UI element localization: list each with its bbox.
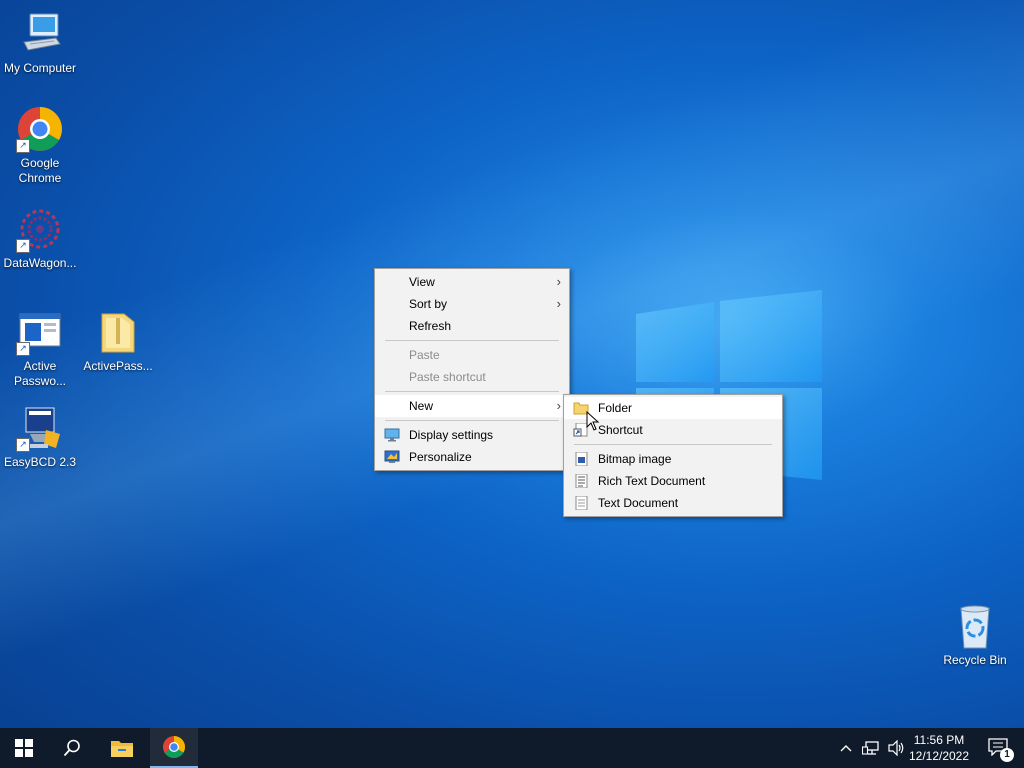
menu-item-label: Personalize (409, 450, 472, 464)
chevron-right-icon: › (556, 274, 561, 289)
display-icon (384, 428, 400, 442)
menu-item-paste: Paste (375, 344, 569, 366)
file-explorer-button[interactable] (98, 728, 146, 768)
taskbar: 11:56 PM 12/12/2022 1 (0, 728, 1024, 768)
shortcut-arrow-icon: ↗ (16, 239, 30, 253)
chrome-taskbar-button[interactable] (150, 728, 198, 768)
shortcut-arrow-icon: ↗ (16, 438, 30, 452)
mouse-cursor-icon (586, 411, 600, 431)
chevron-right-icon: › (556, 398, 561, 413)
menu-item-display-settings[interactable]: Display settings (375, 424, 569, 446)
menu-item-label: Paste (409, 348, 440, 362)
clock-date: 12/12/2022 (908, 749, 970, 763)
rtf-icon (575, 474, 588, 488)
action-center-button[interactable]: 1 (978, 728, 1018, 768)
submenu-item-label: Folder (598, 401, 633, 415)
file-explorer-icon (111, 741, 133, 757)
menu-item-view[interactable]: View › (375, 271, 569, 293)
folder-zip-icon (94, 308, 142, 356)
windows-start-icon (15, 739, 33, 757)
menu-item-personalize[interactable]: Personalize (375, 446, 569, 468)
chrome-icon (163, 736, 185, 758)
menu-item-label: Refresh (409, 319, 452, 333)
desktop-icon-my-computer[interactable]: My Computer (0, 10, 80, 76)
icon-label: ActivePass... (83, 359, 153, 373)
icon-label: Google Chrome (18, 156, 62, 185)
menu-item-label: Sort by (409, 297, 448, 311)
personalize-icon (384, 450, 400, 463)
menu-item-label: Display settings (409, 428, 494, 442)
submenu-item-bitmap-image[interactable]: Bitmap image (564, 448, 782, 470)
app-window-icon: ↗ (16, 308, 64, 356)
network-button[interactable] (858, 728, 884, 768)
icon-label: Recycle Bin (943, 653, 1007, 667)
menu-separator (385, 391, 559, 392)
desktop-icon-activepass-folder[interactable]: ActivePass... (78, 308, 158, 374)
menu-separator (385, 340, 559, 341)
menu-item-label: Paste shortcut (409, 370, 486, 384)
chrome-icon: ↗ (16, 105, 64, 153)
start-button[interactable] (0, 728, 48, 768)
desktop-icon-active-password[interactable]: ↗ Active Passwo... (0, 308, 80, 389)
submenu-item-label: Shortcut (598, 423, 643, 437)
chevron-right-icon: › (556, 296, 561, 311)
shortcut-arrow-icon: ↗ (16, 139, 30, 153)
icon-label: DataWagon... (3, 256, 77, 270)
show-hidden-icons-button[interactable] (834, 728, 858, 768)
menu-separator (385, 420, 559, 421)
clock[interactable]: 11:56 PM 12/12/2022 (899, 732, 979, 764)
menu-item-label: View (409, 275, 435, 289)
desktop-context-menu: View › Sort by › Refresh Paste Paste sho… (374, 268, 570, 471)
easybcd-icon: ↗ (16, 404, 64, 452)
submenu-item-label: Rich Text Document (598, 474, 706, 488)
search-icon (63, 739, 80, 757)
menu-item-sort-by[interactable]: Sort by › (375, 293, 569, 315)
icon-label: My Computer (3, 61, 77, 75)
desktop-icon-easybcd[interactable]: ↗ EasyBCD 2.3 (0, 404, 80, 470)
icon-label: Active Passwo... (13, 359, 67, 388)
desktop-icon-recycle-bin[interactable]: Recycle Bin (935, 602, 1015, 668)
icon-label: EasyBCD 2.3 (3, 455, 77, 469)
desktop[interactable]: My Computer ↗ Google Chrome ↗ DataWagon.… (0, 0, 1024, 768)
notification-count-badge: 1 (1000, 748, 1014, 762)
recycle-bin-icon (951, 602, 999, 650)
submenu-item-label: Bitmap image (598, 452, 672, 466)
bitmap-icon (575, 452, 588, 466)
clock-time: 11:56 PM (913, 733, 965, 747)
menu-item-new[interactable]: New › (375, 395, 569, 417)
submenu-item-rich-text-document[interactable]: Rich Text Document (564, 470, 782, 492)
network-icon (862, 741, 879, 755)
text-icon (575, 496, 588, 510)
computer-icon (16, 10, 64, 58)
menu-separator (574, 444, 772, 445)
chevron-up-icon (840, 745, 852, 752)
menu-item-paste-shortcut: Paste shortcut (375, 366, 569, 388)
search-button[interactable] (48, 728, 96, 768)
menu-item-label: New (409, 399, 434, 413)
submenu-item-label: Text Document (598, 496, 679, 510)
datawagon-icon: ↗ (16, 205, 64, 253)
menu-item-refresh[interactable]: Refresh (375, 315, 569, 337)
desktop-icon-datawagon[interactable]: ↗ DataWagon... (0, 205, 80, 271)
desktop-icon-google-chrome[interactable]: ↗ Google Chrome (0, 105, 80, 186)
submenu-item-text-document[interactable]: Text Document (564, 492, 782, 514)
shortcut-arrow-icon: ↗ (16, 342, 30, 356)
